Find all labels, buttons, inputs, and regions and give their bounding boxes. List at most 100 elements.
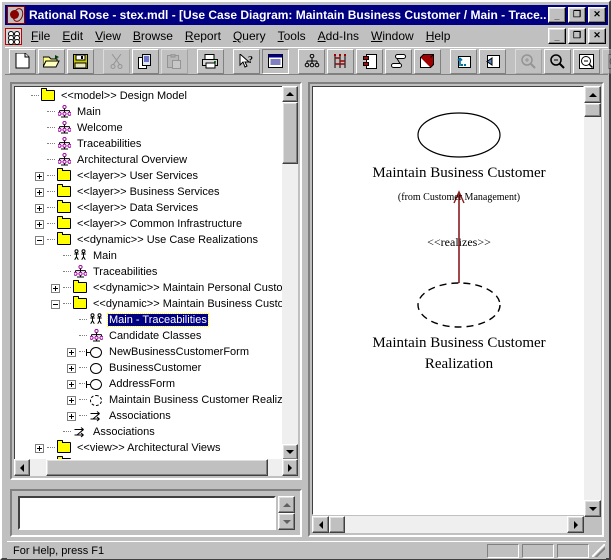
tree-item[interactable]: <<dynamic>> Use Case Realizations (15, 232, 283, 248)
maximize-button[interactable]: ❐ (568, 7, 586, 23)
tree-expander-plus[interactable] (35, 187, 44, 197)
browse-documentation-button[interactable] (262, 48, 289, 74)
browse-interaction-diagram-button[interactable] (327, 48, 354, 74)
diagram-horizontal-thumb[interactable] (329, 516, 345, 533)
tree-expander-plus[interactable] (35, 443, 44, 453)
context-help-button[interactable]: ? (233, 48, 260, 74)
tree-item[interactable]: <<model>> Design Model (15, 88, 283, 104)
browse-component-diagram-button[interactable] (356, 48, 383, 74)
diagram-horizontal-track[interactable] (329, 516, 567, 533)
browser-horizontal-thumb[interactable] (46, 459, 268, 476)
tree-item[interactable]: <<layer>> Common Infrastructure (15, 216, 283, 232)
browse-state-machine-diagram-button[interactable] (385, 48, 412, 74)
documentation-text[interactable] (18, 496, 276, 530)
tree-item[interactable]: Maintain Business Customer Realizatio (15, 392, 283, 408)
tree-item[interactable]: Welcome (15, 120, 283, 136)
diagram-scroll-up-button[interactable] (584, 86, 601, 103)
menu-edit[interactable]: Edit (56, 27, 89, 45)
diagram-scroll-down-button[interactable] (584, 500, 601, 517)
menu-tools[interactable]: Tools (272, 27, 312, 45)
child-close-button[interactable]: ✕ (588, 28, 606, 44)
tree-item[interactable]: <<dynamic>> Maintain Business Customer (15, 296, 283, 312)
browser-scroll-up-button[interactable] (282, 86, 298, 102)
menu-help[interactable]: Help (420, 27, 457, 45)
menu-add-ins[interactable]: Add-Ins (312, 27, 365, 45)
tree-item[interactable]: Main (15, 104, 283, 120)
tree-item[interactable]: Traceabilities (15, 264, 283, 280)
tree-item[interactable]: <<dynamic>> Maintain Personal Customer (15, 280, 283, 296)
documentation-scroll-down-button[interactable] (278, 513, 295, 530)
browser-scroll-left-button[interactable] (14, 459, 30, 476)
tree-expander-plus[interactable] (67, 395, 76, 405)
rational-rose-icon[interactable] (7, 6, 25, 24)
zoom-in-button[interactable] (515, 48, 542, 74)
tree-item[interactable]: Traceabilities (15, 136, 283, 152)
tree-expander-plus[interactable] (67, 379, 76, 389)
diagram-scroll-left-button[interactable] (312, 516, 329, 533)
tree-item[interactable]: Candidate Classes (15, 328, 283, 344)
cut-button[interactable] (103, 48, 130, 74)
tree-item[interactable]: <<view>> Architectural Views (15, 440, 283, 456)
tree-item[interactable]: BusinessCustomer (15, 360, 283, 376)
browse-parent-button[interactable] (450, 48, 477, 74)
tree-expander-plus[interactable] (67, 411, 76, 421)
menu-query[interactable]: Query (227, 27, 272, 45)
document-control-icon[interactable] (5, 27, 22, 45)
tree-item[interactable]: Associations (15, 408, 283, 424)
browser-vertical-thumb[interactable] (282, 102, 298, 164)
diagram-horizontal-scrollbar[interactable] (312, 516, 584, 533)
copy-button[interactable] (132, 48, 159, 74)
browse-class-diagram-button[interactable] (298, 48, 325, 74)
diagram-canvas[interactable]: Maintain Business Customer (from Custome… (312, 86, 584, 515)
zoom-out-button[interactable] (544, 48, 571, 74)
paste-button[interactable] (161, 48, 188, 74)
documentation-scroll-up-button[interactable] (278, 496, 295, 513)
browse-deployment-diagram-button[interactable] (414, 48, 441, 74)
tree-item[interactable]: <<layer>> Business Services (15, 184, 283, 200)
child-restore-button[interactable]: ❐ (568, 28, 586, 44)
resize-grip-icon[interactable] (592, 544, 605, 557)
tree-item-label: Maintain Business Customer Realizatio (109, 394, 283, 406)
documentation-vertical-scrollbar[interactable] (278, 496, 295, 530)
diagram-vertical-scrollbar[interactable] (584, 86, 601, 517)
undo-fit-button[interactable] (602, 48, 611, 74)
new-button[interactable] (9, 48, 36, 74)
print-button[interactable] (197, 48, 224, 74)
tree-expander-plus[interactable] (35, 171, 44, 181)
open-button[interactable] (38, 48, 65, 74)
browser-horizontal-scrollbar[interactable] (14, 459, 298, 476)
minimize-button[interactable]: _ (548, 7, 566, 23)
tree-item[interactable]: AddressForm (15, 376, 283, 392)
tree-expander-minus[interactable] (35, 235, 44, 245)
tree-item[interactable]: NewBusinessCustomerForm (15, 344, 283, 360)
browser-scroll-down-button[interactable] (282, 444, 298, 460)
tree-expander-plus[interactable] (35, 219, 44, 229)
tree-expander-plus[interactable] (67, 347, 76, 357)
tree-item[interactable]: <<layer>> User Services (15, 168, 283, 184)
close-button[interactable]: ✕ (588, 7, 606, 23)
save-button[interactable] (67, 48, 94, 74)
diagram-scroll-right-button[interactable] (567, 516, 584, 533)
browser-scroll-right-button[interactable] (282, 459, 298, 476)
menu-view[interactable]: View (89, 27, 127, 45)
tree-item[interactable]: Architectural Overview (15, 152, 283, 168)
tree-item[interactable]: Main - Traceabilities (15, 312, 283, 328)
tree-expander-plus[interactable] (67, 363, 76, 373)
fit-in-window-button[interactable] (573, 48, 600, 74)
menu-report[interactable]: Report (179, 27, 227, 45)
diagram-vertical-thumb[interactable] (584, 103, 601, 117)
menu-browse[interactable]: Browse (127, 27, 179, 45)
tree-expander-minus[interactable] (51, 299, 60, 309)
model-tree[interactable]: <<model>> Design Model Main Welcome Traceab… (15, 87, 283, 460)
menu-window[interactable]: Window (365, 27, 420, 45)
child-minimize-button[interactable]: _ (548, 28, 566, 44)
tree-expander-plus[interactable] (35, 203, 44, 213)
browser-vertical-scrollbar[interactable] (282, 86, 298, 460)
tree-expander-plus[interactable] (51, 283, 60, 293)
diagram-vertical-track[interactable] (584, 103, 601, 500)
tree-item[interactable]: Associations (15, 424, 283, 440)
browse-previous-diagram-button[interactable] (479, 48, 506, 74)
tree-item[interactable]: Main (15, 248, 283, 264)
tree-item[interactable]: <<layer>> Data Services (15, 200, 283, 216)
menu-file[interactable]: File (25, 27, 56, 45)
